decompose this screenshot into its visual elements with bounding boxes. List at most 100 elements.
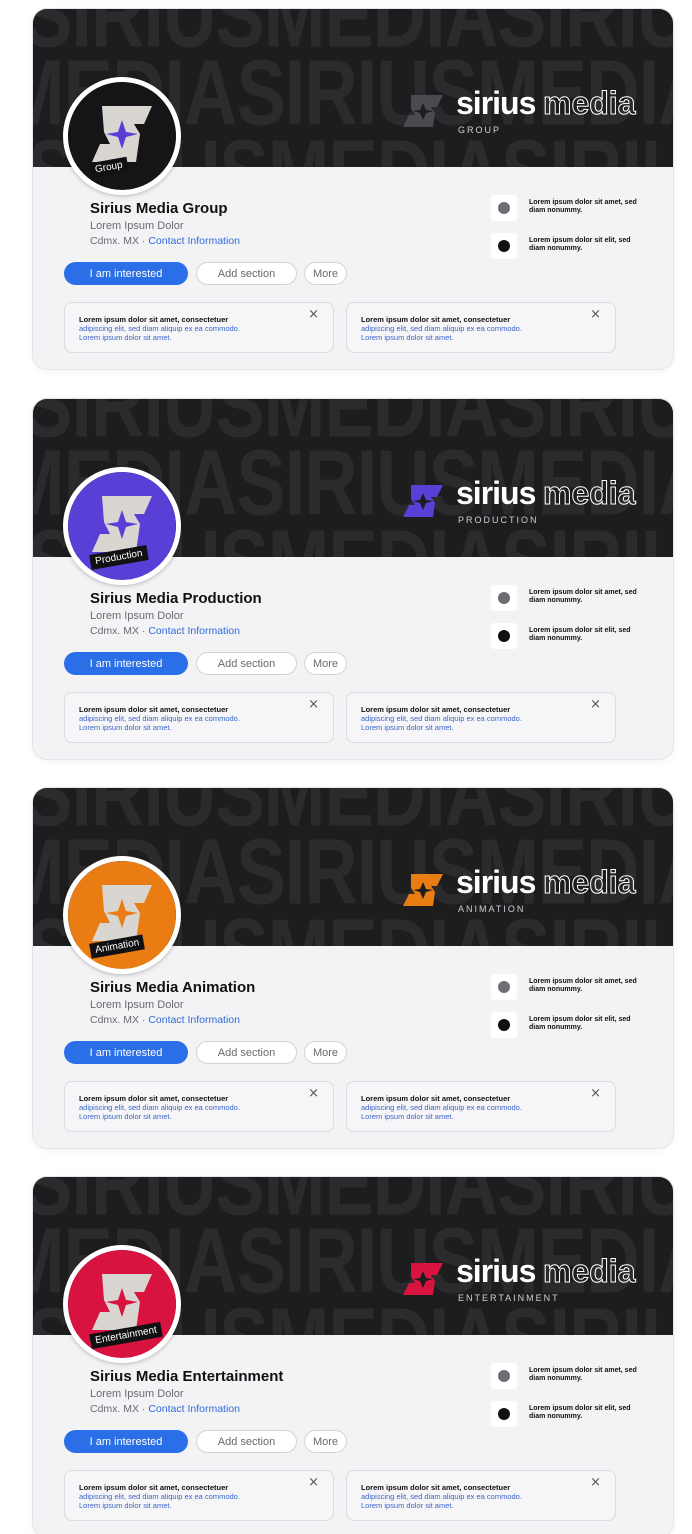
close-icon[interactable]: × [308,697,319,712]
close-icon[interactable]: × [308,1475,319,1490]
side-list-item[interactable]: Lorem ipsum dolor sit amet, sed diam non… [491,585,651,611]
notification-link[interactable]: Lorem ipsum dolor sit amet. [361,723,454,732]
close-icon[interactable]: × [590,1086,601,1101]
company-logo-icon [498,1370,510,1382]
notification-text: adipiscing elit, sed diam aliquip ex ea … [361,714,522,723]
profile-location: Cdmx. MX · Contact Information [90,235,240,247]
profile-card: SIRIUSMEDIASIRIUS MEDIASIRIUSMEDIA SIRIU… [33,788,673,1148]
side-item-text: Lorem ipsum dolor sit elit, sed diam non… [529,1016,631,1031]
brand-logo: sirius media PRODUCTION [401,475,651,537]
notification-link[interactable]: Lorem ipsum dolor sit amet. [79,1112,172,1121]
contact-information-link[interactable]: Contact Information [148,1403,240,1415]
notification-text: adipiscing elit, sed diam aliquip ex ea … [79,1492,240,1501]
add-section-button[interactable]: Add section [196,1041,297,1064]
side-list-item[interactable]: Lorem ipsum dolor sit amet, sed diam non… [491,1363,651,1389]
interested-button[interactable]: I am interested [64,262,188,285]
side-list-item[interactable]: Lorem ipsum dolor sit elit, sed diam non… [491,1012,651,1038]
close-icon[interactable]: × [308,307,319,322]
close-icon[interactable]: × [590,697,601,712]
more-button[interactable]: More [304,652,347,675]
profile-name: Sirius Media Production [90,590,262,607]
contact-information-link[interactable]: Contact Information [148,1014,240,1026]
company-logo-icon [498,592,510,604]
more-button[interactable]: More [304,1430,347,1453]
brand-logo: sirius media GROUP [401,85,651,147]
location-text: Cdmx. MX · [90,1014,146,1026]
location-text: Cdmx. MX · [90,235,146,247]
side-item-text: Lorem ipsum dolor sit amet, sed diam non… [529,589,637,604]
location-text: Cdmx. MX · [90,625,146,637]
notification-card: Lorem ipsum dolor sit amet, consectetuer… [346,692,616,743]
profile-tagline: Lorem Ipsum Dolor [90,610,184,622]
profile-location: Cdmx. MX · Contact Information [90,1014,240,1026]
logo-division: GROUP [458,125,502,135]
notification-text: Lorem ipsum dolor sit amet, consectetuer [79,1094,229,1103]
close-icon[interactable]: × [590,307,601,322]
side-item-thumbnail [491,195,517,221]
profile-card: SIRIUSMEDIASIRIUS MEDIASIRIUSMEDIA SIRIU… [33,9,673,369]
notification-text: adipiscing elit, sed diam aliquip ex ea … [79,1103,240,1112]
side-list-item[interactable]: Lorem ipsum dolor sit amet, sed diam non… [491,195,651,221]
notification-card: Lorem ipsum dolor sit amet, consectetuer… [346,1081,616,1132]
notification-link[interactable]: Lorem ipsum dolor sit amet. [361,1112,454,1121]
brand-logo: sirius media ENTERTAINMENT [401,1253,651,1315]
notification-link[interactable]: Lorem ipsum dolor sit amet. [79,723,172,732]
profile-name: Sirius Media Animation [90,979,256,996]
notification-card: Lorem ipsum dolor sit amet, consectetuer… [64,1470,334,1521]
side-item-text: Lorem ipsum dolor sit amet, sed diam non… [529,978,637,993]
side-list-item[interactable]: Lorem ipsum dolor sit elit, sed diam non… [491,1401,651,1427]
contact-information-link[interactable]: Contact Information [148,625,240,637]
side-list-item[interactable]: Lorem ipsum dolor sit elit, sed diam non… [491,233,651,259]
notification-link[interactable]: Lorem ipsum dolor sit amet. [361,1501,454,1510]
close-icon[interactable]: × [308,1086,319,1101]
company-logo-icon [498,1408,510,1420]
profile-tagline: Lorem Ipsum Dolor [90,1388,184,1400]
notification-link[interactable]: Lorem ipsum dolor sit amet. [79,1501,172,1510]
close-icon[interactable]: × [590,1475,601,1490]
interested-button[interactable]: I am interested [64,1041,188,1064]
side-item-text: Lorem ipsum dolor sit amet, sed diam non… [529,199,637,214]
interested-button[interactable]: I am interested [64,1430,188,1453]
location-text: Cdmx. MX · [90,1403,146,1415]
notification-link[interactable]: Lorem ipsum dolor sit amet. [79,333,172,342]
side-item-thumbnail [491,585,517,611]
more-button[interactable]: More [304,1041,347,1064]
add-section-button[interactable]: Add section [196,652,297,675]
notification-text: adipiscing elit, sed diam aliquip ex ea … [361,324,522,333]
notification-text: Lorem ipsum dolor sit amet, consectetuer [79,705,229,714]
profile-avatar[interactable]: Animation [63,856,181,974]
sirius-logo-icon [403,1263,443,1295]
profile-avatar[interactable]: Group [63,77,181,195]
side-item-text: Lorem ipsum dolor sit elit, sed diam non… [529,1405,631,1420]
logo-wordmark-sirius: sirius [456,475,536,511]
profile-avatar[interactable]: Entertainment [63,1245,181,1363]
profile-name: Sirius Media Group [90,200,228,217]
side-item-thumbnail [491,233,517,259]
notification-text: Lorem ipsum dolor sit amet, consectetuer [361,315,511,324]
company-logo-icon [498,1019,510,1031]
profile-avatar[interactable]: Production [63,467,181,585]
side-list-item[interactable]: Lorem ipsum dolor sit amet, sed diam non… [491,974,651,1000]
logo-wordmark-sirius: sirius [456,864,536,900]
side-list-item[interactable]: Lorem ipsum dolor sit elit, sed diam non… [491,623,651,649]
side-item-thumbnail [491,623,517,649]
notification-text: Lorem ipsum dolor sit amet, consectetuer [361,1094,511,1103]
notification-card: Lorem ipsum dolor sit amet, consectetuer… [64,302,334,353]
profile-location: Cdmx. MX · Contact Information [90,625,240,637]
notification-link[interactable]: Lorem ipsum dolor sit amet. [361,333,454,342]
notification-text: Lorem ipsum dolor sit amet, consectetuer [361,705,511,714]
company-logo-icon [498,240,510,252]
notification-card: Lorem ipsum dolor sit amet, consectetuer… [346,302,616,353]
notification-card: Lorem ipsum dolor sit amet, consectetuer… [64,692,334,743]
logo-wordmark-sirius: sirius [456,85,536,121]
side-item-thumbnail [491,1012,517,1038]
add-section-button[interactable]: Add section [196,1430,297,1453]
brand-logo: sirius media ANIMATION [401,864,651,926]
sirius-logo-icon [403,874,443,906]
profile-card: SIRIUSMEDIASIRIUS MEDIASIRIUSMEDIA SIRIU… [33,1177,673,1534]
more-button[interactable]: More [304,262,347,285]
interested-button[interactable]: I am interested [64,652,188,675]
profile-tagline: Lorem Ipsum Dolor [90,220,184,232]
add-section-button[interactable]: Add section [196,262,297,285]
contact-information-link[interactable]: Contact Information [148,235,240,247]
